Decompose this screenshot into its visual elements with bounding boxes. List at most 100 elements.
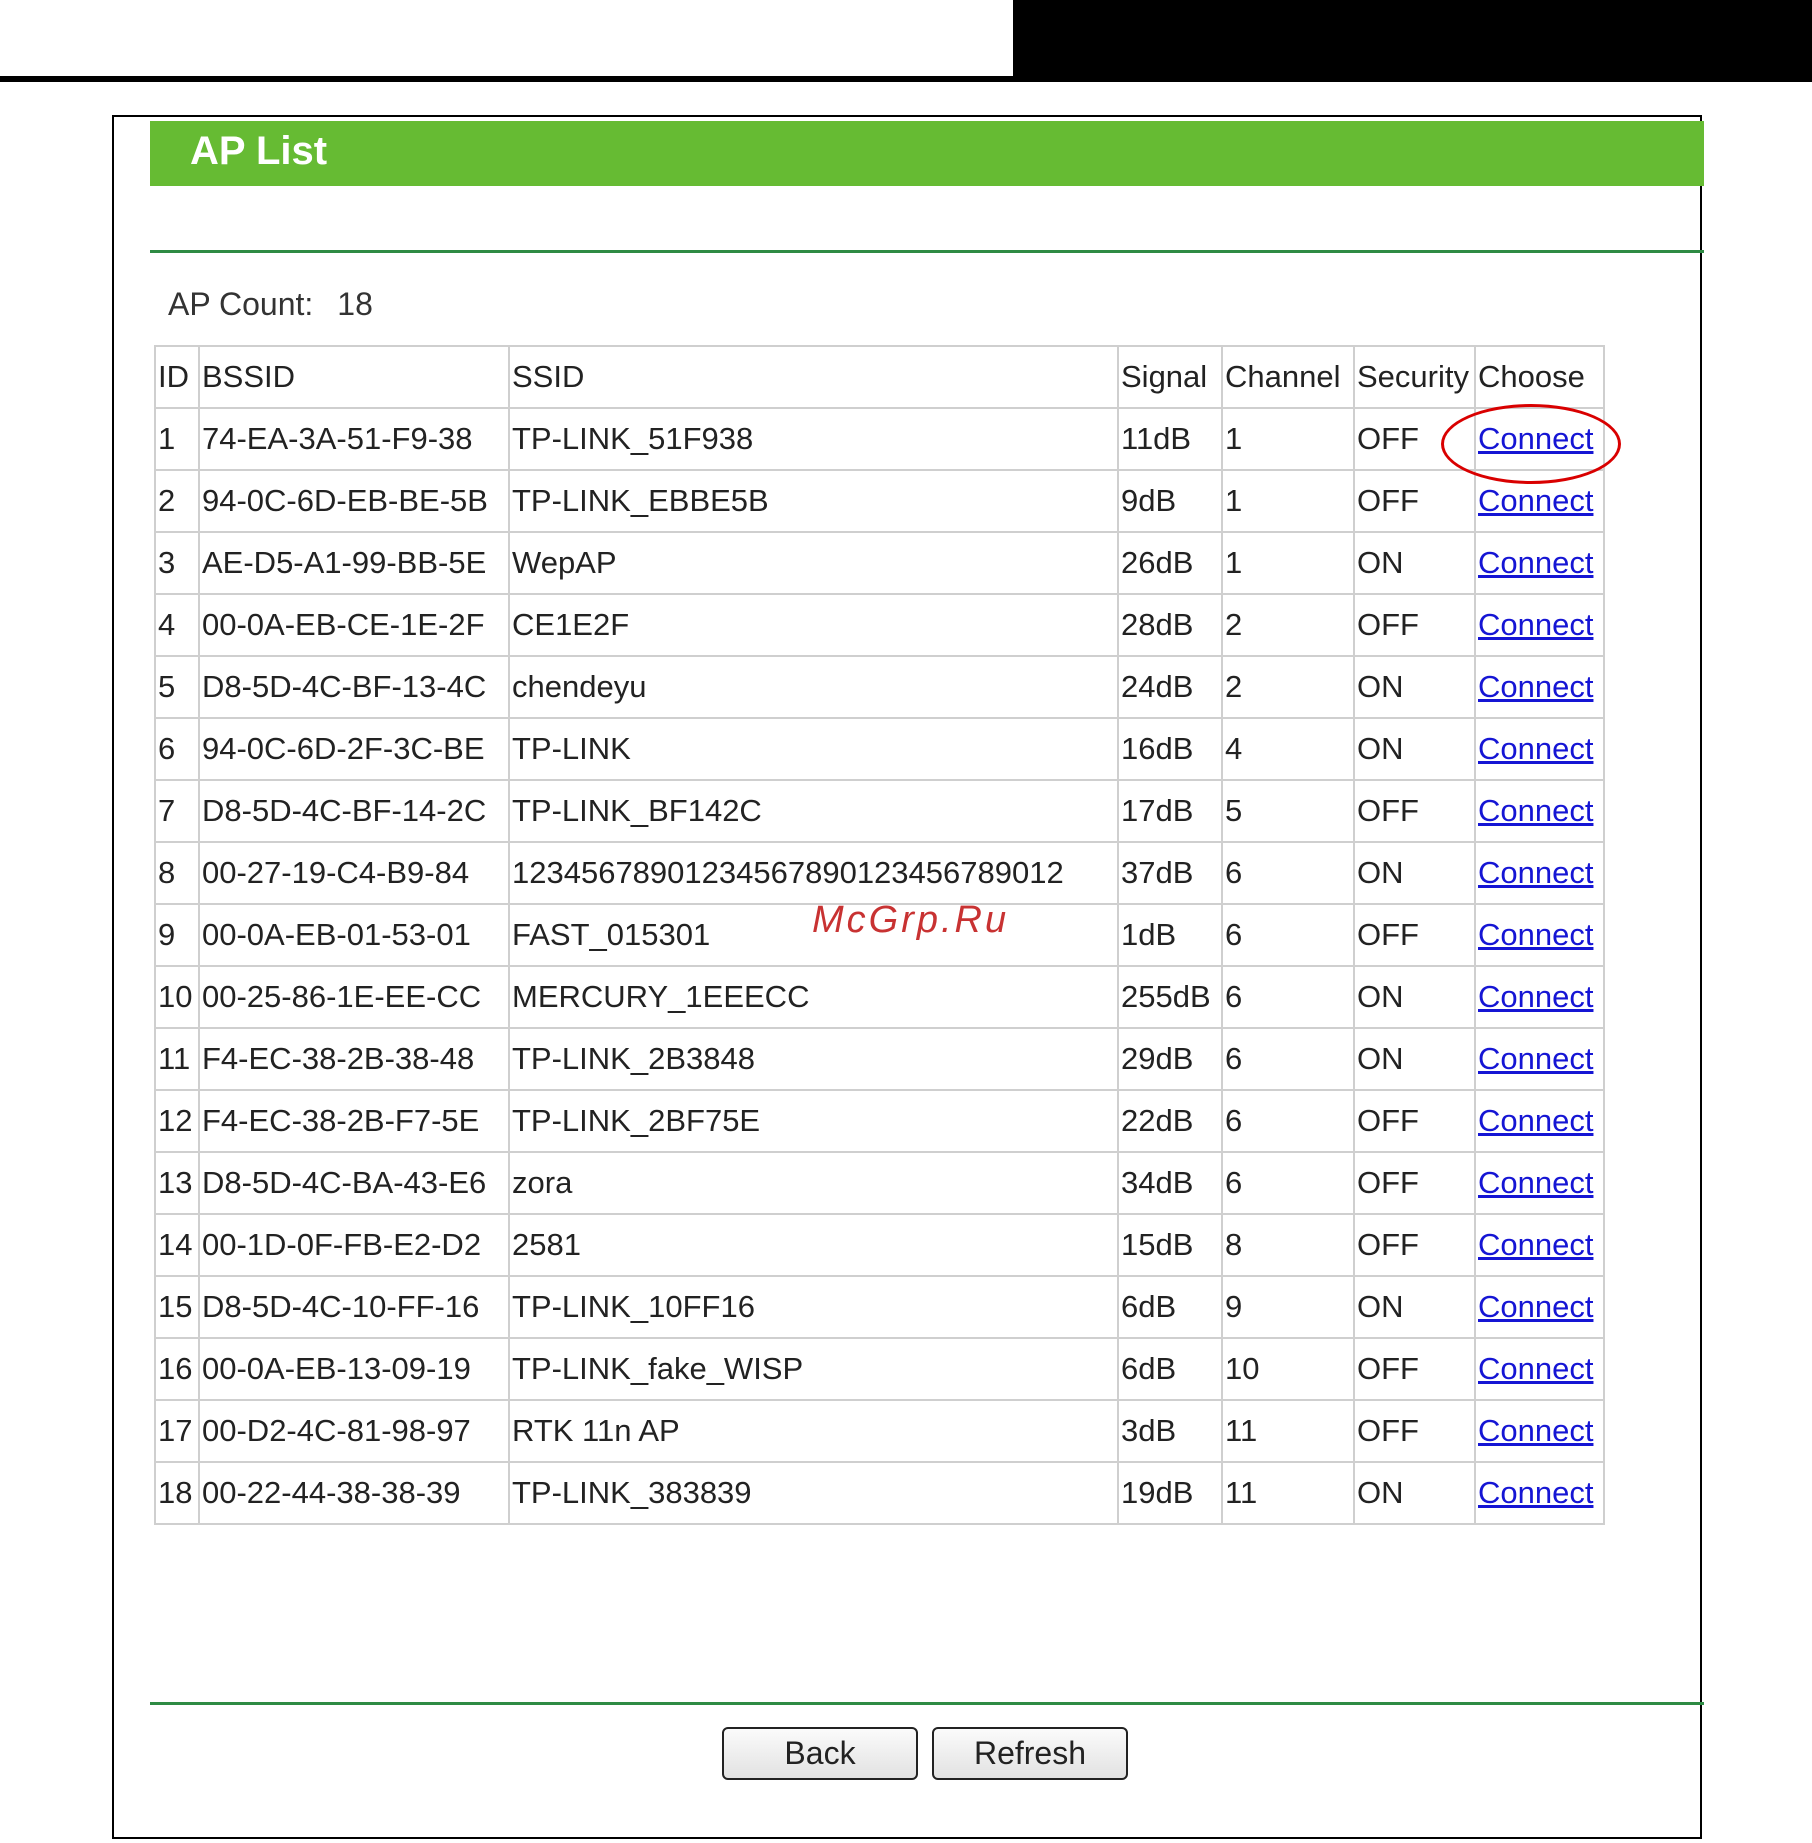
cell-signal: 11dB bbox=[1117, 407, 1223, 471]
connect-link[interactable]: Connect bbox=[1478, 793, 1593, 828]
cell-id: 1 bbox=[154, 407, 200, 471]
cell-choose: Connect bbox=[1474, 655, 1605, 719]
connect-link[interactable]: Connect bbox=[1478, 1413, 1593, 1448]
cell-channel: 11 bbox=[1221, 1399, 1355, 1463]
back-button[interactable]: Back bbox=[722, 1727, 918, 1780]
connect-link[interactable]: Connect bbox=[1478, 669, 1593, 704]
cell-ssid: TP-LINK_2BF75E bbox=[508, 1089, 1119, 1153]
cell-id: 3 bbox=[154, 531, 200, 595]
cell-signal: 28dB bbox=[1117, 593, 1223, 657]
connect-link[interactable]: Connect bbox=[1478, 731, 1593, 766]
table-row: 8 00-27-19-C4-B9-84 1234567890123456789012… bbox=[154, 841, 1605, 905]
table-row: 17 00-D2-4C-81-98-97 RTK 11n AP 3dB 11 OFF Con… bbox=[154, 1399, 1605, 1463]
cell-id: 12 bbox=[154, 1089, 200, 1153]
cell-bssid: 00-0A-EB-CE-1E-2F bbox=[198, 593, 510, 657]
cell-id: 11 bbox=[154, 1027, 200, 1091]
table-row: 4 00-0A-EB-CE-1E-2F CE1E2F 28dB 2 OFF Connect bbox=[154, 593, 1605, 657]
cell-security: OFF bbox=[1353, 1089, 1476, 1153]
cell-bssid: 74-EA-3A-51-F9-38 bbox=[198, 407, 510, 471]
table-row: 16 00-0A-EB-13-09-19 TP-LINK_fake_WISP 6dB 1… bbox=[154, 1337, 1605, 1401]
refresh-button[interactable]: Refresh bbox=[932, 1727, 1128, 1780]
column-header-channel: Channel bbox=[1221, 345, 1355, 409]
cell-signal: 29dB bbox=[1117, 1027, 1223, 1091]
connect-link[interactable]: Connect bbox=[1478, 1103, 1593, 1138]
column-header-security: Security bbox=[1353, 345, 1476, 409]
cell-ssid: TP-LINK_10FF16 bbox=[508, 1275, 1119, 1339]
connect-link[interactable]: Connect bbox=[1478, 1475, 1593, 1510]
connect-link[interactable]: Connect bbox=[1478, 1227, 1593, 1262]
divider-bottom bbox=[150, 1702, 1704, 1705]
connect-link[interactable]: Connect bbox=[1478, 545, 1593, 580]
cell-ssid: RTK 11n AP bbox=[508, 1399, 1119, 1463]
cell-security: OFF bbox=[1353, 903, 1476, 967]
cell-security: ON bbox=[1353, 1461, 1476, 1525]
page-title: AP List bbox=[190, 129, 328, 173]
ap-table-body: 1 74-EA-3A-51-F9-38 TP-LINK_51F938 11dB 1 OFF… bbox=[154, 407, 1605, 1525]
connect-link[interactable]: Connect bbox=[1478, 917, 1593, 952]
cell-choose: Connect bbox=[1474, 593, 1605, 657]
cell-channel: 9 bbox=[1221, 1275, 1355, 1339]
cell-bssid: 00-1D-0F-FB-E2-D2 bbox=[198, 1213, 510, 1277]
cell-id: 18 bbox=[154, 1461, 200, 1525]
table-row: 11 F4-EC-38-2B-38-48 TP-LINK_2B3848 29dB 6 ON… bbox=[154, 1027, 1605, 1091]
cell-choose: Connect bbox=[1474, 1275, 1605, 1339]
title-bar: AP List bbox=[150, 121, 1704, 186]
header-black-block bbox=[1013, 0, 1812, 76]
cell-security: OFF bbox=[1353, 1399, 1476, 1463]
cell-id: 5 bbox=[154, 655, 200, 719]
table-row: 13 D8-5D-4C-BA-43-E6 zora 34dB 6 OFF Connect bbox=[154, 1151, 1605, 1215]
cell-signal: 17dB bbox=[1117, 779, 1223, 843]
cell-choose: Connect bbox=[1474, 1151, 1605, 1215]
table-row: 3 AE-D5-A1-99-BB-5E WepAP 26dB 1 ON Connect bbox=[154, 531, 1605, 595]
cell-id: 2 bbox=[154, 469, 200, 533]
table-row: 10 00-25-86-1E-EE-CC MERCURY_1EEECC 255dB 6 O… bbox=[154, 965, 1605, 1029]
connect-link[interactable]: Connect bbox=[1478, 855, 1593, 890]
cell-ssid: TP-LINK_BF142C bbox=[508, 779, 1119, 843]
cell-signal: 19dB bbox=[1117, 1461, 1223, 1525]
cell-channel: 6 bbox=[1221, 1089, 1355, 1153]
cell-signal: 22dB bbox=[1117, 1089, 1223, 1153]
cell-id: 13 bbox=[154, 1151, 200, 1215]
cell-bssid: 94-0C-6D-EB-BE-5B bbox=[198, 469, 510, 533]
cell-choose: Connect bbox=[1474, 1399, 1605, 1463]
cell-choose: Connect bbox=[1474, 717, 1605, 781]
cell-signal: 37dB bbox=[1117, 841, 1223, 905]
cell-ssid: chendeyu bbox=[508, 655, 1119, 719]
cell-id: 14 bbox=[154, 1213, 200, 1277]
cell-security: OFF bbox=[1353, 1337, 1476, 1401]
cell-ssid: 2581 bbox=[508, 1213, 1119, 1277]
cell-security: OFF bbox=[1353, 469, 1476, 533]
cell-id: 6 bbox=[154, 717, 200, 781]
cell-signal: 3dB bbox=[1117, 1399, 1223, 1463]
cell-ssid: TP-LINK_51F938 bbox=[508, 407, 1119, 471]
cell-channel: 1 bbox=[1221, 531, 1355, 595]
connect-link[interactable]: Connect bbox=[1478, 1351, 1593, 1386]
cell-signal: 34dB bbox=[1117, 1151, 1223, 1215]
connect-link[interactable]: Connect bbox=[1478, 607, 1593, 642]
cell-bssid: F4-EC-38-2B-38-48 bbox=[198, 1027, 510, 1091]
cell-bssid: D8-5D-4C-BF-14-2C bbox=[198, 779, 510, 843]
connect-link[interactable]: Connect bbox=[1478, 1165, 1593, 1200]
cell-signal: 24dB bbox=[1117, 655, 1223, 719]
cell-choose: Connect bbox=[1474, 1089, 1605, 1153]
connect-link[interactable]: Connect bbox=[1478, 1041, 1593, 1076]
cell-choose: Connect bbox=[1474, 1337, 1605, 1401]
cell-bssid: D8-5D-4C-BF-13-4C bbox=[198, 655, 510, 719]
cell-bssid: 00-0A-EB-13-09-19 bbox=[198, 1337, 510, 1401]
table-header-row: ID BSSID SSID Signal Channel Security Ch… bbox=[154, 345, 1605, 409]
cell-id: 4 bbox=[154, 593, 200, 657]
divider-top bbox=[150, 250, 1704, 253]
cell-security: OFF bbox=[1353, 593, 1476, 657]
ap-count: AP Count: 18 bbox=[168, 286, 373, 323]
connect-link[interactable]: Connect bbox=[1478, 1289, 1593, 1324]
connect-link[interactable]: Connect bbox=[1478, 483, 1593, 518]
cell-id: 15 bbox=[154, 1275, 200, 1339]
cell-channel: 6 bbox=[1221, 965, 1355, 1029]
column-header-ssid: SSID bbox=[508, 345, 1119, 409]
cell-ssid: TP-LINK_fake_WISP bbox=[508, 1337, 1119, 1401]
header-rule bbox=[0, 76, 1812, 82]
cell-id: 16 bbox=[154, 1337, 200, 1401]
cell-channel: 6 bbox=[1221, 1151, 1355, 1215]
cell-signal: 1dB bbox=[1117, 903, 1223, 967]
connect-link[interactable]: Connect bbox=[1478, 979, 1593, 1014]
